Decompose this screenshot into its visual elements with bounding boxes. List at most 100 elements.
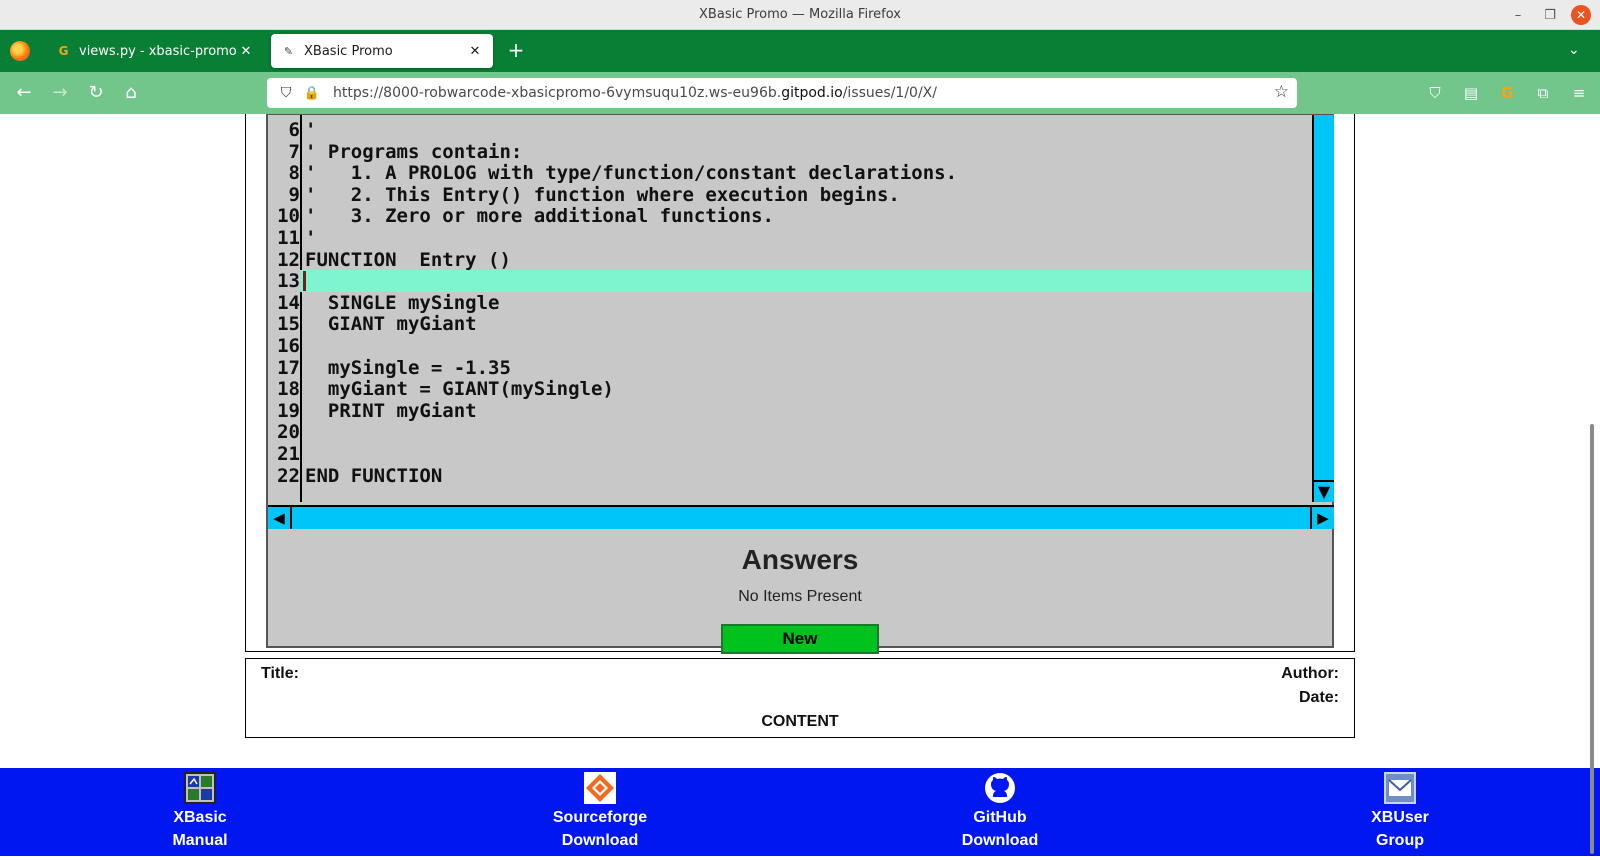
extension-icon[interactable]: G [1496, 82, 1518, 104]
page-scrollbar-thumb[interactable] [1590, 424, 1594, 854]
tab-close-icon[interactable]: ✕ [238, 44, 254, 59]
code-line[interactable]: 17 mySingle = -1.35 [268, 357, 1312, 379]
list-all-tabs-icon[interactable]: ⌄ [1568, 42, 1580, 58]
footer-link-line1: Sourceforge [552, 809, 648, 826]
line-number: 16 [277, 335, 300, 357]
code-line[interactable]: 7 ' Programs contain: [268, 141, 1312, 163]
tab-close-icon[interactable]: ✕ [467, 44, 483, 59]
line-number: 14 [277, 291, 300, 314]
tab-strip: G views.py - xbasic-promo - Gi ✕ ✎ XBasi… [0, 30, 1600, 72]
lock-icon[interactable]: 🔒 [303, 86, 321, 101]
code-line[interactable]: 10 ' 3. Zero or more additional functions… [268, 205, 1312, 227]
scroll-down-arrow-icon[interactable]: ▼ [1314, 480, 1334, 502]
text-cursor [303, 271, 306, 292]
line-number: 22 [277, 464, 300, 487]
line-number: 20 [277, 421, 300, 444]
code-line[interactable]: 12 FUNCTION Entry () [268, 249, 1312, 271]
line-number: 6 [288, 119, 300, 141]
footer-link-line1: GitHub [973, 809, 1027, 826]
code-line[interactable]: 20 [268, 421, 1312, 443]
new-tab-button[interactable]: + [505, 40, 527, 62]
code-line[interactable]: 19 PRINT myGiant [268, 400, 1312, 422]
back-button[interactable]: ← [12, 81, 36, 105]
line-number: 15 [277, 313, 300, 336]
footer-nav: XBasic Manual Sourceforge Download GitHu… [0, 768, 1600, 856]
code-line[interactable]: 11 ' [268, 227, 1312, 249]
code-line[interactable]: 16 [268, 335, 1312, 357]
tab-xbasic-promo[interactable]: ✎ XBasic Promo ✕ [271, 34, 493, 68]
line-number: 18 [277, 378, 300, 401]
tracking-shield-icon[interactable]: ⛉ [277, 85, 295, 101]
firefox-logo-icon[interactable] [10, 41, 30, 61]
window-titlebar: XBasic Promo — Mozilla Firefox – ❐ ✕ [0, 0, 1600, 30]
answer-template-card: Title: Author: Date: CONTENT [245, 658, 1355, 738]
reload-button[interactable]: ↻ [84, 81, 108, 105]
line-number: 12 [277, 248, 300, 271]
line-number: 7 [288, 140, 300, 163]
code-text: ' [305, 119, 317, 141]
code-line[interactable]: 21 [268, 443, 1312, 465]
scroll-right-arrow-icon[interactable]: ▶ [1310, 507, 1334, 529]
xbasic-favicon-icon: ✎ [283, 44, 294, 58]
code-line[interactable]: 22 END FUNCTION [268, 465, 1312, 487]
footer-link-line1: XBasic [173, 809, 227, 826]
url-bar[interactable]: ⛉ 🔒 https://8000-robwarcode-xbasicpromo-… [267, 78, 1297, 108]
footer-link-line2: Group [1376, 832, 1424, 849]
page-content: 6 ' 7 ' Programs contain: 8 ' 1. A PROLOG wit… [0, 114, 1600, 860]
line-number: 13 [268, 270, 300, 293]
footer-link-github[interactable]: GitHub Download [900, 772, 1100, 852]
line-number: 8 [288, 162, 300, 185]
line-number: 11 [277, 227, 300, 249]
code-lines: 6 ' 7 ' Programs contain: 8 ' 1. A PROLOG wit… [268, 115, 1312, 502]
tab-views-py[interactable]: G views.py - xbasic-promo - Gi ✕ [46, 34, 264, 68]
home-button[interactable]: ⌂ [119, 81, 143, 105]
answer-title-label: Title: [261, 665, 299, 682]
answer-author-label: Author: [1281, 665, 1339, 682]
line-number: 19 [277, 399, 300, 422]
url-text[interactable]: https://8000-robwarcode-xbasicpromo-6vym… [333, 85, 937, 101]
code-text: ' [305, 227, 317, 249]
horizontal-scrollbar[interactable]: ◀ ▶ [268, 505, 1334, 529]
scroll-left-arrow-icon[interactable]: ◀ [268, 507, 292, 529]
code-line[interactable]: 14 SINGLE mySingle [268, 292, 1312, 314]
pocket-icon[interactable]: ⛉ [1424, 82, 1446, 104]
code-line[interactable]: 9 ' 2. This Entry() function where execut… [268, 184, 1312, 206]
line-number: 21 [277, 443, 300, 465]
gitpod-favicon-icon: G [58, 44, 69, 58]
answer-date-label: Date: [1298, 689, 1339, 706]
code-text: ' 2. This Entry() function where executi… [305, 183, 900, 206]
minimize-button[interactable]: – [1508, 5, 1528, 25]
footer-link-sourceforge[interactable]: Sourceforge Download [500, 772, 700, 852]
sourceforge-icon [584, 772, 616, 804]
app-menu-icon[interactable]: ≡ [1568, 82, 1590, 104]
manual-icon [184, 772, 216, 804]
window-title: XBasic Promo — Mozilla Firefox [699, 7, 901, 22]
code-text: mySingle = -1.35 [305, 356, 511, 379]
footer-link-line2: Manual [172, 832, 228, 849]
github-icon [985, 773, 1015, 803]
answers-heading: Answers [741, 544, 859, 575]
code-line[interactable]: 6 ' [268, 119, 1312, 141]
code-line[interactable]: 18 myGiant = GIANT(mySingle) [268, 378, 1312, 400]
close-window-button[interactable]: ✕ [1571, 5, 1591, 25]
footer-link-xbasic-manual[interactable]: XBasic Manual [100, 772, 300, 852]
extensions-puzzle-icon[interactable]: ⧉ [1532, 82, 1554, 104]
answer-content-label: CONTENT [761, 713, 839, 730]
maximize-button[interactable]: ❐ [1540, 5, 1560, 25]
code-line[interactable]: 15 GIANT myGiant [268, 313, 1312, 335]
footer-link-line1: XBUser [1371, 809, 1429, 826]
reader-view-icon[interactable]: ▤ [1460, 82, 1482, 104]
footer-link-xbuser-group[interactable]: XBUser Group [1300, 772, 1500, 852]
forward-button[interactable]: → [48, 81, 72, 105]
code-text: ' 3. Zero or more additional functions. [305, 205, 774, 228]
line-number: 9 [288, 183, 300, 206]
code-text: ' 1. A PROLOG with type/function/constan… [305, 162, 958, 185]
code-line[interactable]: 13 [268, 270, 1312, 293]
navigation-toolbar: ← → ↻ ⌂ ⛉ 🔒 https://8000-robwarcode-xbas… [0, 72, 1600, 114]
code-line[interactable]: 8 ' 1. A PROLOG with type/function/consta… [268, 162, 1312, 184]
new-answer-button[interactable]: New [721, 624, 879, 654]
code-text: SINGLE mySingle [305, 291, 500, 314]
vertical-scrollbar[interactable]: ▼ [1312, 115, 1334, 502]
bookmark-star-icon[interactable]: ☆ [1274, 82, 1289, 102]
empty-state-text: No Items Present [738, 588, 862, 605]
